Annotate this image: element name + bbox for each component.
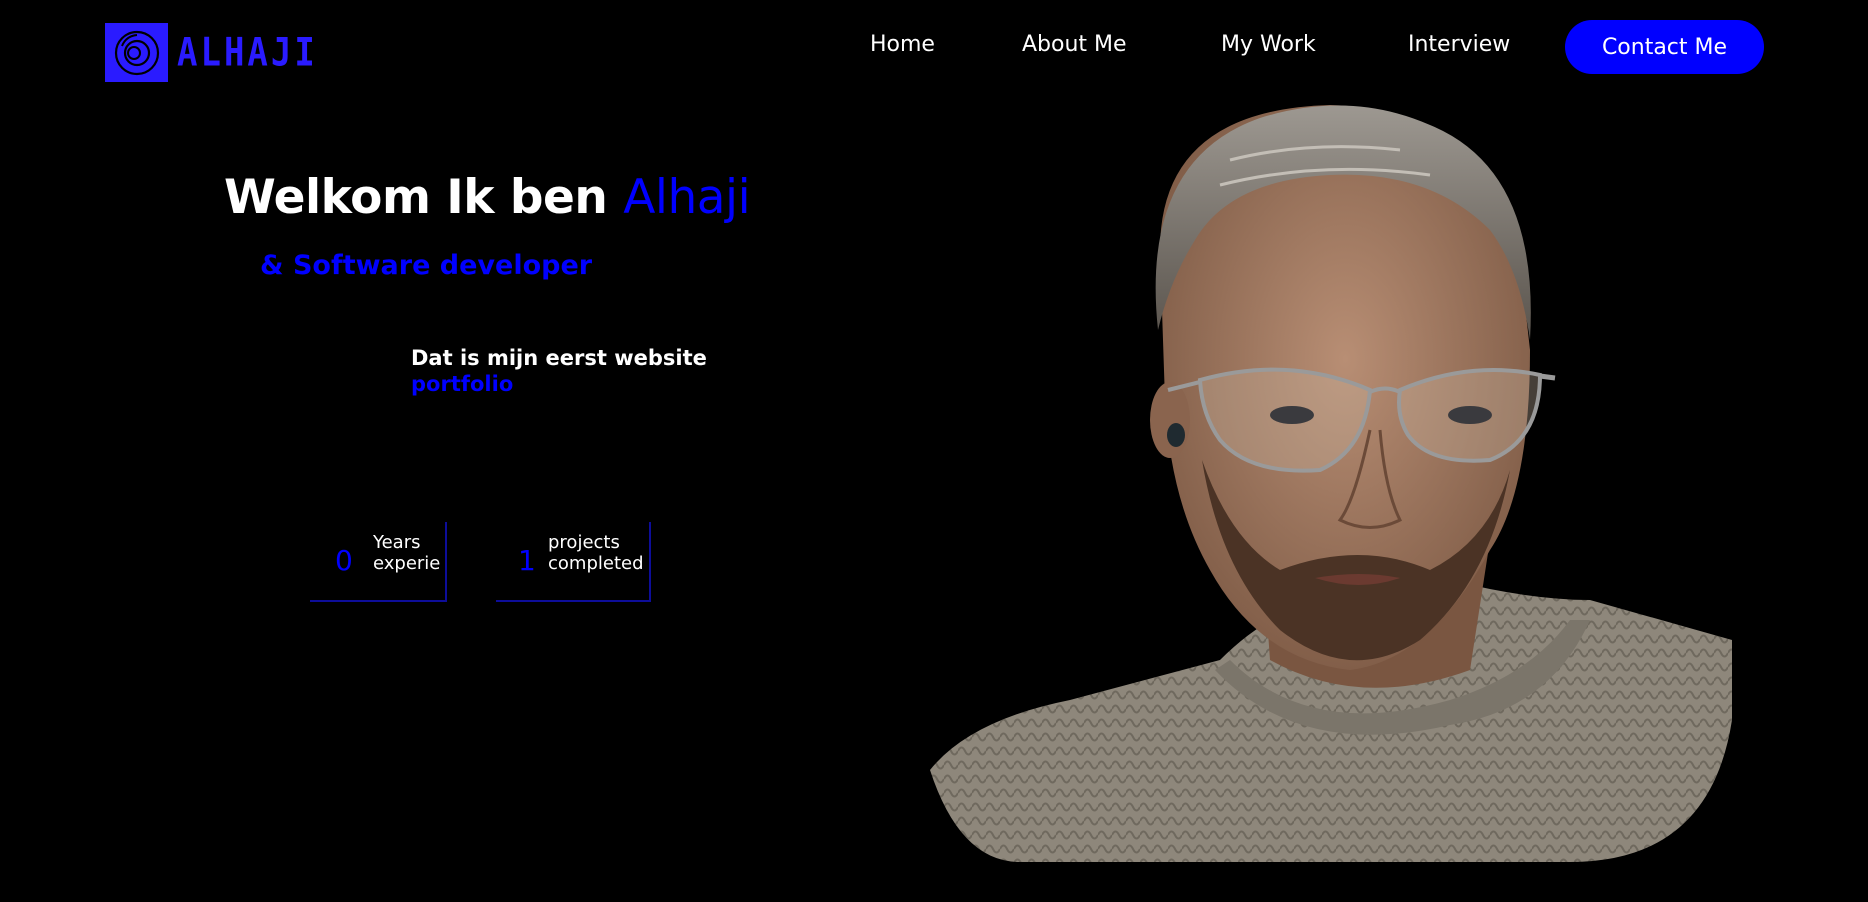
stat-label-line1: projects — [548, 532, 620, 553]
nav-my-work[interactable]: My Work — [1221, 32, 1316, 57]
stat-label-line1: Years — [373, 532, 421, 553]
intro-text: Dat is mijn eerst website — [411, 346, 707, 370]
hero-subtitle: & Software developer — [260, 250, 593, 281]
stat-number: 1 — [518, 544, 536, 577]
stat-years-experience: 0 Years experie — [310, 522, 447, 602]
contact-me-button[interactable]: Contact Me — [1565, 20, 1764, 74]
hero-name: Alhaji — [623, 170, 751, 225]
stat-label: Years experie — [373, 532, 445, 574]
hero-intro: Dat is mijn eerst website portfolio — [411, 345, 707, 397]
portfolio-page: ALHAJI Home About Me My Work Interview C… — [0, 0, 1868, 902]
main-nav: Home About Me My Work Interview Contact … — [0, 20, 1868, 74]
intro-accent: portfolio — [411, 372, 514, 396]
nav-home[interactable]: Home — [870, 32, 935, 57]
hero-greeting: Welkom Ik ben — [224, 170, 608, 225]
stat-label-line2: completed — [548, 553, 644, 574]
nav-about-me[interactable]: About Me — [1022, 32, 1127, 57]
stat-projects-completed: 1 projects completed — [496, 522, 651, 602]
stat-number: 0 — [335, 544, 353, 577]
stat-label-line2: experie — [373, 553, 441, 574]
nav-interview[interactable]: Interview — [1408, 32, 1510, 57]
person-portrait-icon — [930, 105, 1732, 862]
hero-headline: Welkom Ik ben Alhaji — [224, 170, 751, 225]
stat-label: projects completed — [548, 532, 648, 574]
